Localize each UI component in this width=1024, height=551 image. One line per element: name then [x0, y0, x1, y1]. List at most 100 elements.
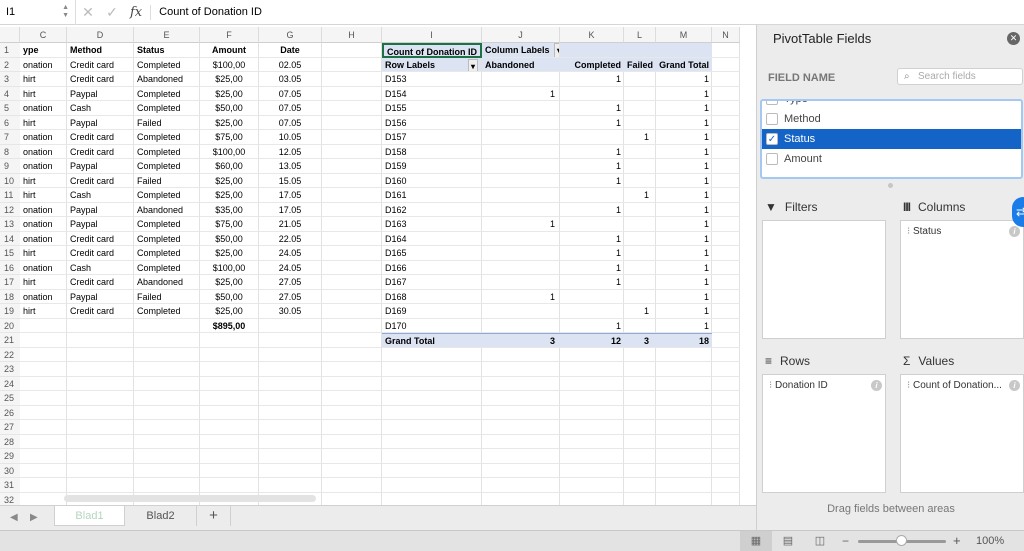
grid-cell[interactable]	[259, 405, 322, 420]
grid-cell[interactable]	[656, 376, 712, 391]
grid-cell[interactable]	[134, 463, 200, 478]
row-labels-filter-dropdown[interactable]: ▾	[467, 58, 478, 72]
grid-cell[interactable]	[67, 449, 134, 464]
pivot-value-cell[interactable]: 1	[560, 246, 624, 261]
grid-cell[interactable]	[20, 391, 67, 406]
grid-cell[interactable]	[712, 173, 740, 188]
source-data-cell[interactable]: Credit card	[67, 246, 134, 261]
source-data-cell[interactable]: Completed	[134, 304, 200, 319]
pivot-value-cell[interactable]	[624, 290, 652, 304]
source-data-cell[interactable]: $50,00	[200, 101, 259, 116]
sheet-tab-blad2[interactable]: Blad2	[125, 506, 197, 526]
pivot-value-cell[interactable]: 1	[560, 275, 624, 290]
grid-cell[interactable]	[134, 420, 200, 435]
source-data-cell[interactable]: Cash	[67, 260, 134, 275]
grid-cell[interactable]	[712, 289, 740, 304]
pivot-value-cell[interactable]: 1	[656, 116, 712, 130]
pivot-value-cell[interactable]: 1	[656, 188, 712, 203]
grid-cell[interactable]	[20, 333, 67, 348]
row-header[interactable]: 2	[0, 57, 20, 72]
source-data-cell[interactable]: onation	[20, 289, 67, 304]
source-data-cell[interactable]: 24.05	[259, 260, 322, 275]
source-data-cell[interactable]: 07.05	[259, 115, 322, 130]
grid-cell[interactable]	[200, 420, 259, 435]
grid-cell[interactable]	[200, 434, 259, 449]
pivot-row-label[interactable]: D165	[382, 246, 482, 261]
pivot-value-cell[interactable]: 1	[560, 72, 624, 87]
pivot-row-label[interactable]: D159	[382, 159, 482, 174]
source-data-cell[interactable]: onation	[20, 260, 67, 275]
field-checkbox[interactable]: ✓	[766, 133, 778, 145]
row-header[interactable]: 15	[0, 246, 20, 261]
grid-cell[interactable]	[712, 159, 740, 174]
grid-cell[interactable]	[134, 362, 200, 377]
field-item-method[interactable]: Method	[762, 109, 1021, 129]
grid-cell[interactable]	[382, 449, 482, 464]
source-header-cell[interactable]: Amount	[200, 43, 259, 58]
source-data-cell[interactable]: $25,00	[200, 173, 259, 188]
pivot-grand-total-value[interactable]: 18	[656, 333, 712, 348]
grid-cell[interactable]	[67, 420, 134, 435]
grid-cell[interactable]	[322, 115, 382, 130]
pivot-value-label-cell[interactable]: Count of Donation ID	[382, 43, 482, 58]
source-data-cell[interactable]: $25,00	[200, 86, 259, 101]
pivot-value-cell[interactable]	[560, 188, 624, 203]
source-data-cell[interactable]: 07.05	[259, 86, 322, 101]
grid-cell[interactable]	[712, 405, 740, 420]
grid-cell[interactable]	[624, 362, 656, 377]
pivot-value-cell[interactable]	[482, 159, 558, 174]
grid-cell[interactable]	[712, 347, 740, 362]
grid-cell[interactable]	[712, 246, 740, 261]
source-data-cell[interactable]: hirt	[20, 188, 67, 203]
pivot-value-cell[interactable]: 1	[656, 174, 712, 188]
grid-cell[interactable]	[20, 347, 67, 362]
grid-cell[interactable]	[560, 405, 624, 420]
pivot-value-cell[interactable]	[624, 246, 652, 261]
values-area[interactable]: ⁝ Count of Donation... i	[900, 374, 1024, 493]
source-data-cell[interactable]: hirt	[20, 115, 67, 130]
grid-cell[interactable]	[482, 420, 560, 435]
source-data-cell[interactable]: Abandoned	[134, 275, 200, 290]
grid-cell[interactable]	[322, 72, 382, 87]
pivot-grand-total-value[interactable]: 3	[624, 333, 652, 348]
source-data-cell[interactable]: Paypal	[67, 202, 134, 217]
source-data-cell[interactable]: Credit card	[67, 57, 134, 72]
source-data-cell[interactable]: $25,00	[200, 115, 259, 130]
pivot-value-cell[interactable]	[482, 116, 558, 130]
values-field-count[interactable]: ⁝ Count of Donation...	[907, 380, 1002, 391]
grid-cell[interactable]	[560, 492, 624, 505]
grid-cell[interactable]	[20, 463, 67, 478]
grid-cell[interactable]	[712, 43, 740, 58]
row-header[interactable]: 19	[0, 304, 20, 319]
pivot-value-cell[interactable]	[482, 203, 558, 217]
grid-cell[interactable]	[67, 405, 134, 420]
grid-cell[interactable]	[200, 347, 259, 362]
pivot-value-cell[interactable]: 1	[560, 145, 624, 159]
grid-cell[interactable]	[20, 362, 67, 377]
page-layout-view-icon[interactable]: ▤	[776, 531, 800, 551]
source-data-cell[interactable]: Completed	[134, 57, 200, 72]
source-data-cell[interactable]: 21.05	[259, 217, 322, 232]
pivot-value-cell[interactable]: 1	[560, 261, 624, 275]
row-header[interactable]: 6	[0, 115, 20, 130]
pivot-value-cell[interactable]: 1	[656, 261, 712, 275]
next-sheet-icon[interactable]: ▶	[30, 512, 38, 523]
pivot-value-cell[interactable]: 1	[656, 232, 712, 246]
source-data-cell[interactable]: hirt	[20, 173, 67, 188]
pivot-value-cell[interactable]: 1	[560, 101, 624, 116]
pivot-row-label[interactable]: D153	[382, 72, 482, 87]
source-data-cell[interactable]: Completed	[134, 144, 200, 159]
function-icon[interactable]: fx	[130, 4, 152, 20]
source-header-cell[interactable]: ype	[20, 43, 67, 58]
grid-cell[interactable]	[656, 449, 712, 464]
grid-cell[interactable]	[656, 347, 712, 362]
pivot-value-cell[interactable]: 1	[656, 275, 712, 290]
grid-cell[interactable]	[322, 304, 382, 319]
pivot-column-header[interactable]: Abandoned	[482, 57, 560, 72]
grid-cell[interactable]	[482, 391, 560, 406]
pivot-value-cell[interactable]	[624, 319, 652, 333]
grid-cell[interactable]	[200, 478, 259, 493]
source-data-cell[interactable]: Completed	[134, 246, 200, 261]
source-data-cell[interactable]: onation	[20, 57, 67, 72]
pivot-value-cell[interactable]: 1	[656, 290, 712, 304]
